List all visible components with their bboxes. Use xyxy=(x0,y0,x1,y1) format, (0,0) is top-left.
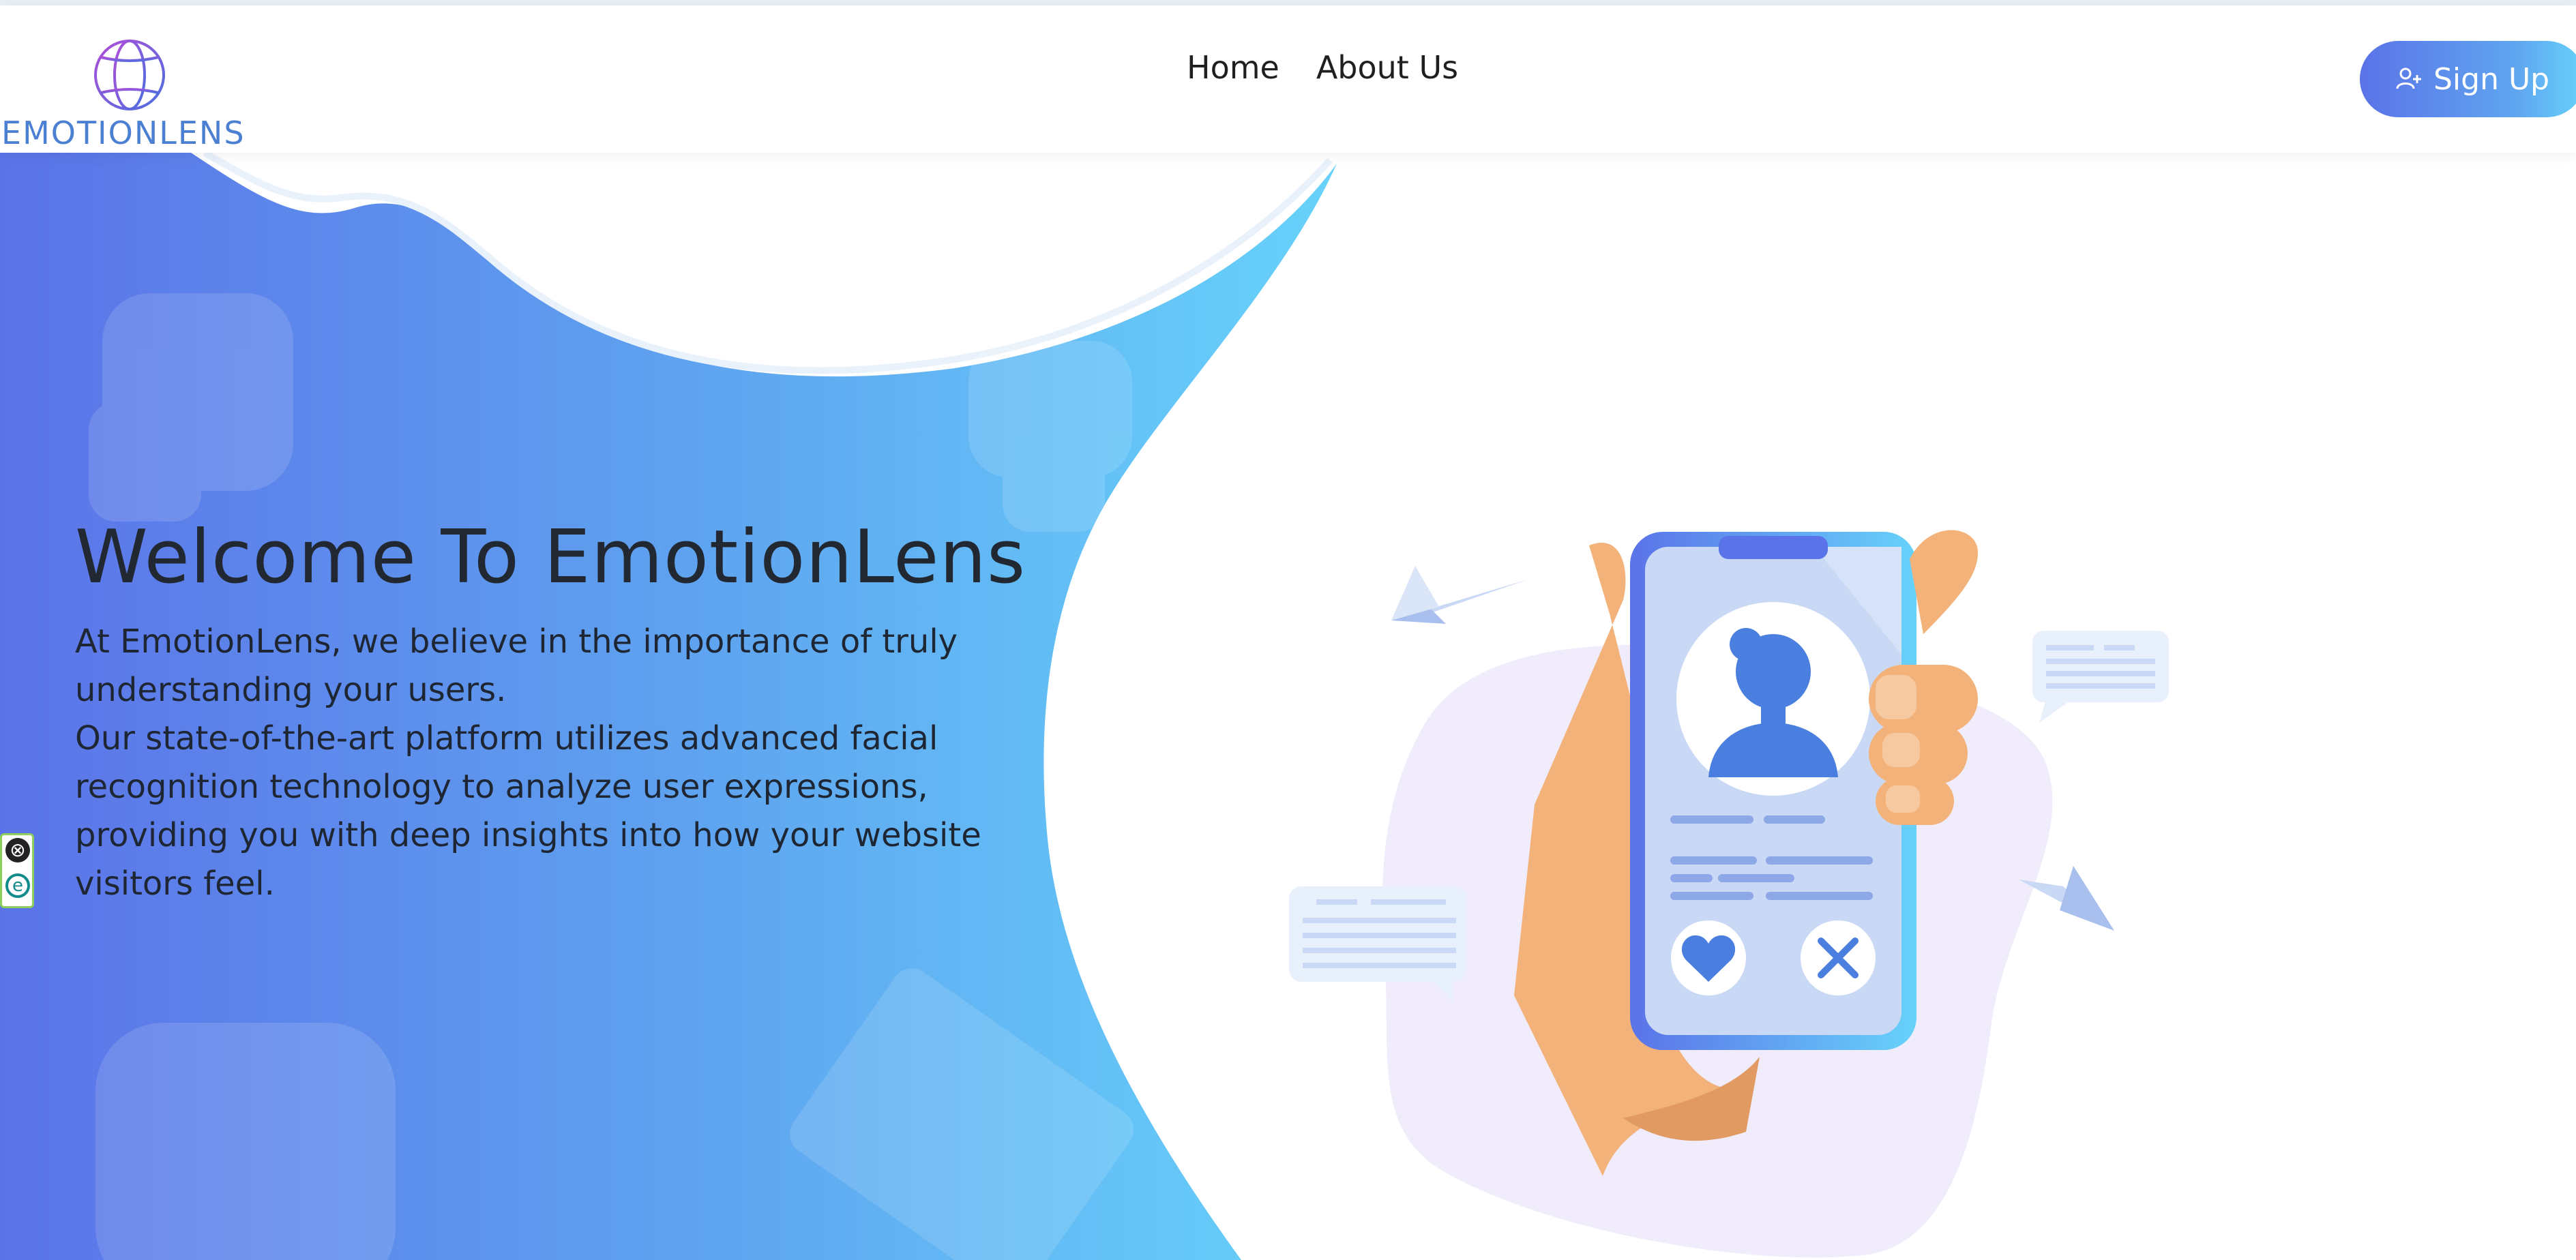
paper-plane-icon xyxy=(1391,566,1528,624)
chat-bubble-icon xyxy=(1289,886,1466,1002)
sign-up-button[interactable]: Sign Up xyxy=(2360,41,2576,117)
nav-home-link[interactable]: Home xyxy=(1187,49,1279,90)
hero-paragraph-1: At EmotionLens, we believe in the import… xyxy=(75,622,958,709)
site-header: EMOTIONLENS Home About Us Sign Up xyxy=(0,5,2576,153)
hero-section: Welcome To EmotionLens At EmotionLens, w… xyxy=(75,515,1112,908)
hero-paragraph-2: Our state-of-the-art platform utilizes a… xyxy=(75,719,981,903)
phone-notch xyxy=(1719,536,1828,559)
globe-icon xyxy=(94,40,165,110)
chat-bubble-icon xyxy=(2032,631,2169,723)
hero-illustration xyxy=(1289,530,2169,1258)
user-plus-icon xyxy=(2396,68,2421,89)
thumb-shape xyxy=(1910,530,1978,634)
close-icon[interactable]: ⊗ xyxy=(5,838,30,862)
extension-logo-icon[interactable]: e xyxy=(5,873,30,898)
sign-up-label: Sign Up xyxy=(2433,61,2550,97)
brand-logo[interactable]: EMOTIONLENS xyxy=(0,19,266,151)
brand-name: EMOTIONLENS xyxy=(1,115,246,151)
nav-about-link[interactable]: About Us xyxy=(1316,49,1458,90)
hero-title: Welcome To EmotionLens xyxy=(75,515,1026,600)
main-nav: Home About Us xyxy=(1187,49,1458,90)
browser-extension-widget: ⊗ e xyxy=(0,833,34,908)
